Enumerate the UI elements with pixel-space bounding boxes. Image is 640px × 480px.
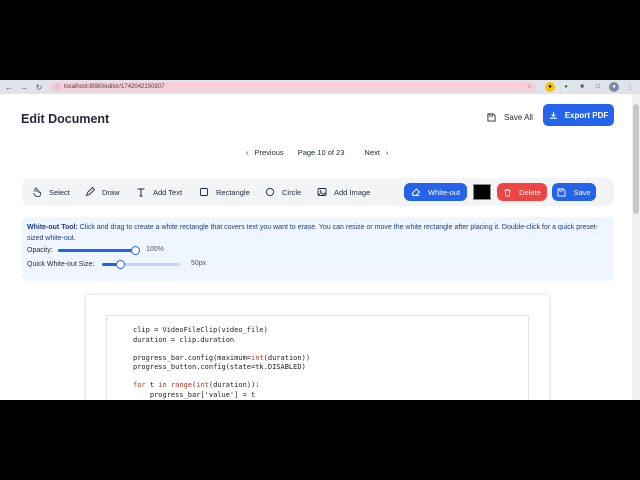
chevron-right-icon: ›: [385, 147, 389, 157]
extension-icon[interactable]: ●: [561, 82, 571, 92]
site-info-icon[interactable]: ⓘ: [54, 83, 60, 92]
address-bar[interactable]: ⓘ localhost:8080/editor/1742042150307 ☆: [50, 82, 536, 92]
save-button[interactable]: Save: [552, 183, 596, 201]
code-line: for t in range(int(duration)):: [133, 381, 260, 389]
white-out-tool-button[interactable]: White-out: [404, 183, 467, 201]
eraser-icon: [411, 188, 421, 196]
circle-tool-button[interactable]: Circle: [265, 183, 301, 201]
chevron-left-icon: ‹: [246, 147, 249, 157]
code-line: duration = clip.duration: [133, 335, 235, 344]
quick-size-slider[interactable]: [102, 260, 180, 269]
browser-window: ← → ↻ ⓘ localhost:8080/editor/1742042150…: [0, 80, 640, 400]
quick-size-label: Quick White-out Size:: [27, 260, 95, 268]
code-line: progress_button.config(state=tk.DISABLED…: [133, 363, 306, 371]
previous-page-button[interactable]: ‹ Previous: [240, 144, 290, 160]
rectangle-label: Rectangle: [216, 187, 250, 197]
extension-icon[interactable]: ●: [545, 82, 555, 92]
bookmark-star-icon[interactable]: ☆: [527, 83, 532, 90]
previous-label: Previous: [254, 147, 284, 157]
white-out-label: White-out: [427, 187, 461, 197]
delete-button[interactable]: Delete: [497, 183, 547, 201]
white-out-instructions: White-out Tool: Click and drag to create…: [27, 222, 607, 244]
pdf-page[interactable]: clip = VideoFileClip(video_file) duration…: [106, 315, 529, 400]
draw-tool-button[interactable]: Draw: [85, 183, 120, 201]
rectangle-tool-button[interactable]: Rectangle: [199, 183, 250, 201]
square-icon: [199, 187, 209, 197]
add-text-label: Add Text: [153, 187, 183, 197]
select-label: Select: [49, 187, 70, 197]
save-all-label: Save All: [504, 112, 533, 122]
code-line: progress_bar.config(maximum=int(duration…: [133, 353, 311, 362]
draw-label: Draw: [102, 187, 120, 197]
image-icon: [317, 187, 327, 197]
extensions-puzzle-icon[interactable]: ■: [577, 82, 587, 92]
opacity-row: Opacity:: [27, 245, 53, 255]
tool-description: Click and drag to create a white rectang…: [27, 224, 599, 242]
editor-toolbar: Select Draw Add Text Rectangle Circle Ad…: [22, 178, 614, 206]
pointer-hand-icon: [32, 187, 42, 197]
download-icon: [549, 111, 557, 119]
code-line: clip = VideoFileClip(video_file): [133, 326, 268, 334]
page-scrollbar[interactable]: [632, 94, 640, 400]
opacity-slider-fill: [58, 249, 136, 252]
save-icon: [557, 187, 566, 197]
scrollbar-thumb[interactable]: [633, 104, 639, 214]
menu-kebab-icon[interactable]: ⋮: [625, 82, 635, 92]
text-type-icon: [136, 187, 146, 197]
delete-label: Delete: [519, 187, 541, 197]
tool-name: White-out Tool:: [27, 224, 78, 231]
opacity-slider[interactable]: [58, 246, 140, 255]
circle-icon: [265, 187, 275, 197]
select-tool-button[interactable]: Select: [32, 183, 70, 201]
add-image-label: Add Image: [334, 187, 371, 197]
quick-size-slider-handle[interactable]: [116, 260, 125, 269]
next-label: Next: [364, 147, 380, 157]
next-page-button[interactable]: Next ›: [358, 144, 394, 160]
code-text-block: clip = VideoFileClip(video_file) duration…: [133, 326, 310, 400]
save-label: Save: [573, 187, 591, 197]
save-all-button[interactable]: Save All: [480, 106, 540, 128]
editor-page: Edit Document Save All Export PDF ‹ Prev…: [0, 94, 640, 400]
page-navigation: ‹ Previous Page 10 of 23 Next ›: [240, 144, 394, 160]
page-title: Edit Document: [21, 112, 110, 126]
pencil-icon: [85, 187, 95, 197]
opacity-slider-handle[interactable]: [131, 246, 140, 255]
add-text-tool-button[interactable]: Add Text: [136, 183, 182, 201]
export-pdf-button[interactable]: Export PDF: [543, 104, 614, 126]
opacity-value: 100%: [146, 246, 164, 253]
profile-avatar[interactable]: ●: [609, 82, 619, 92]
quick-size-value: 50px: [191, 260, 207, 267]
forward-icon[interactable]: →: [18, 81, 30, 93]
address-text: localhost:8080/editor/1742042150307: [64, 84, 165, 90]
reload-icon[interactable]: ↻: [33, 81, 45, 93]
opacity-label: Opacity:: [27, 246, 53, 254]
white-out-info-panel: White-out Tool: Click and drag to create…: [22, 217, 614, 281]
add-image-tool-button[interactable]: Add Image: [317, 183, 370, 201]
browser-toolbar: ← → ↻ ⓘ localhost:8080/editor/1742042150…: [0, 80, 640, 94]
color-picker-swatch[interactable]: [473, 184, 491, 200]
document-canvas[interactable]: clip = VideoFileClip(video_file) duration…: [86, 295, 549, 400]
save-icon: [487, 112, 496, 122]
page-indicator: Page 10 of 23: [297, 147, 345, 157]
circle-label: Circle: [282, 187, 302, 197]
code-line: progress_bar['value'] = t: [133, 390, 256, 399]
split-view-icon[interactable]: □: [593, 82, 603, 92]
export-pdf-label: Export PDF: [564, 110, 609, 120]
trash-icon: [504, 188, 511, 197]
back-icon[interactable]: ←: [3, 81, 15, 93]
quick-size-row: Quick White-out Size:: [27, 259, 94, 269]
